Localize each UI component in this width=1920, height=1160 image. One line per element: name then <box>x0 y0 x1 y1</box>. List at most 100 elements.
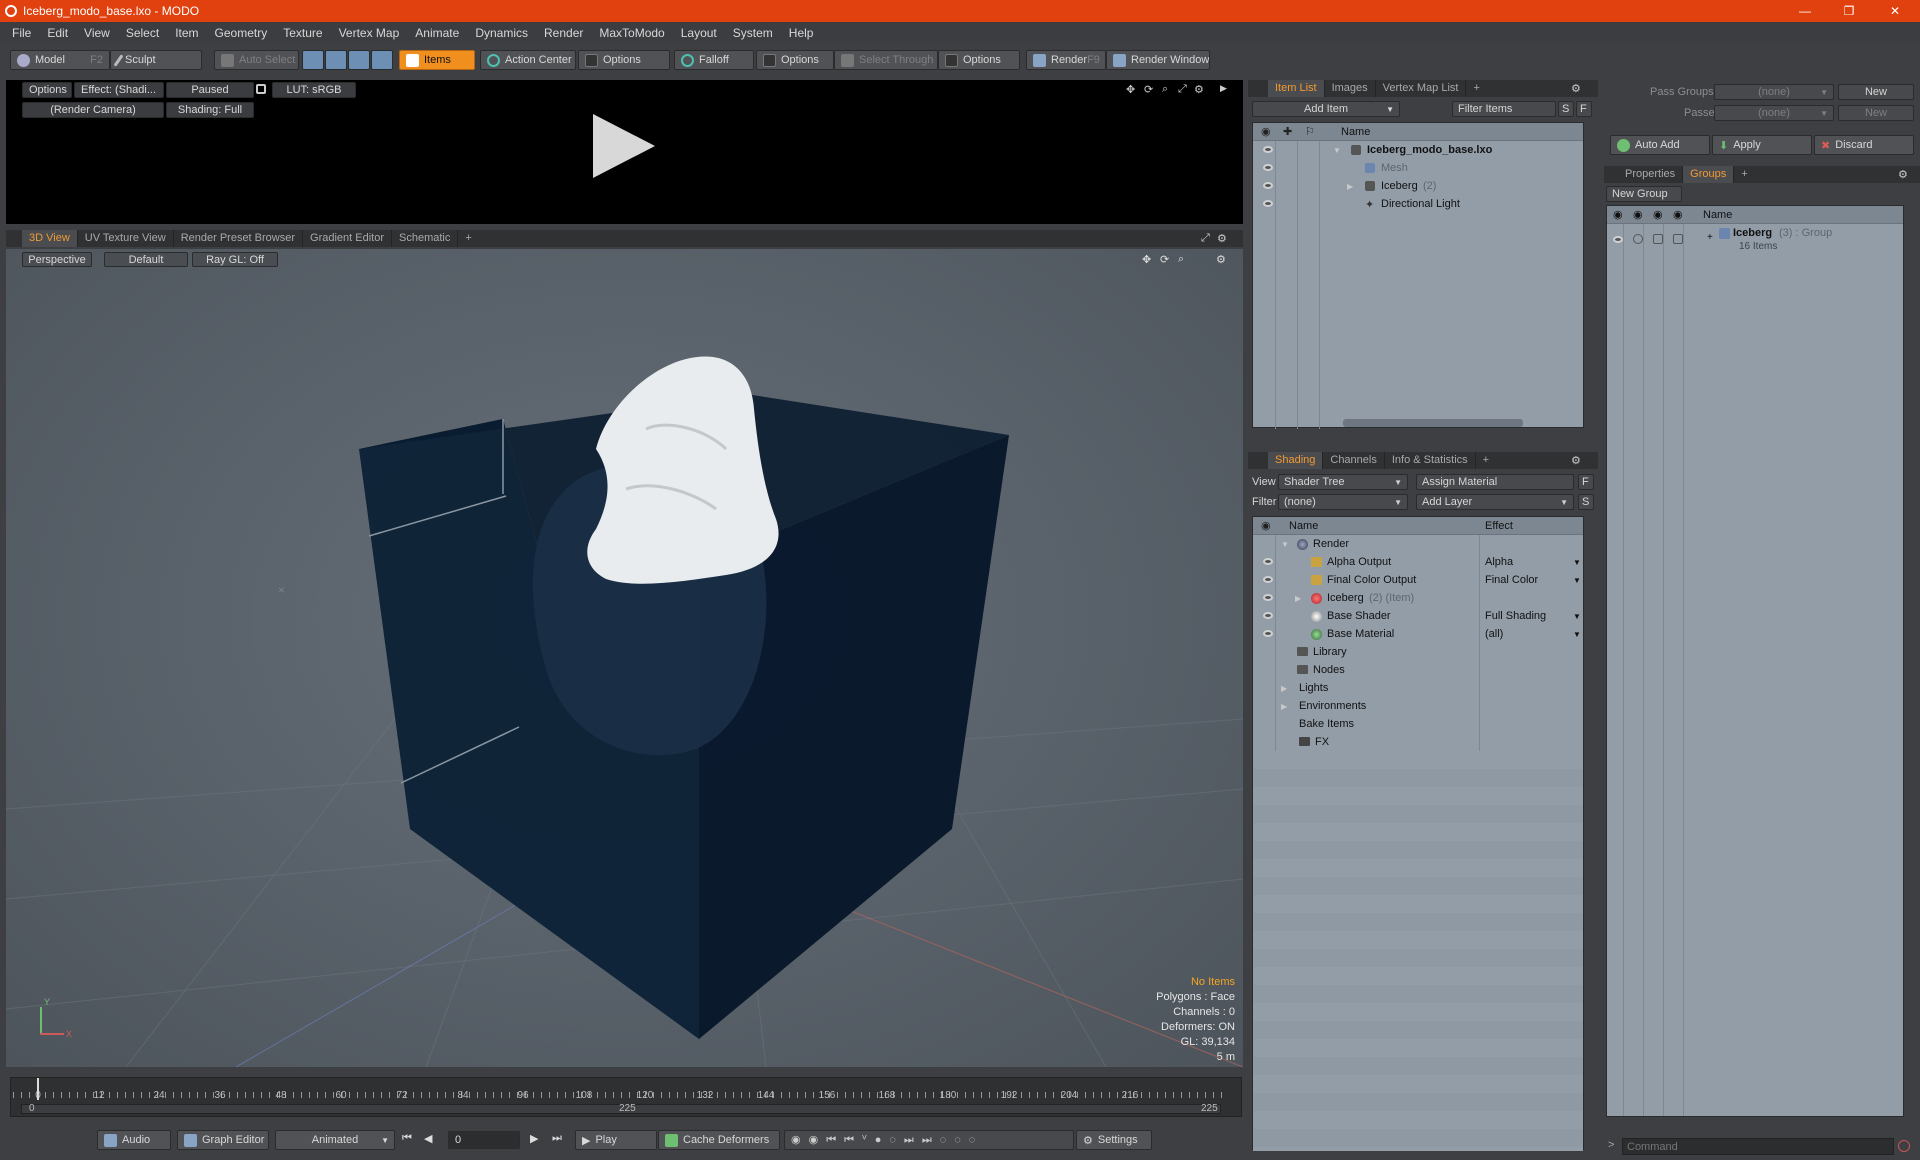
shader-row[interactable]: Final Color Output Final Color ▼ <box>1253 571 1583 589</box>
list-item[interactable]: ▶ Iceberg (2) <box>1253 177 1583 195</box>
tab-channels[interactable]: Channels <box>1323 452 1385 469</box>
effect-value[interactable]: Final Color <box>1485 574 1538 586</box>
lock-icon[interactable] <box>256 84 266 94</box>
viewport-3d[interactable]: × Perspective Default Ray GL: Off ✥ ⟳ ⌕ … <box>6 249 1243 1067</box>
tab-add[interactable]: + <box>1476 452 1496 469</box>
select-toggle-icon[interactable] <box>1673 234 1683 244</box>
add-item-dropdown[interactable]: Add Item ▼ <box>1252 101 1400 117</box>
eye-icon[interactable] <box>1263 594 1273 601</box>
go-end-icon[interactable]: ⏭ <box>552 1132 562 1145</box>
eye-icon[interactable] <box>1263 200 1273 207</box>
shader-row[interactable]: Bake Items <box>1253 715 1583 733</box>
eye-icon[interactable] <box>1613 236 1623 243</box>
settings-button[interactable]: ⚙ Settings <box>1076 1130 1152 1150</box>
filter-items-field[interactable]: Filter Items <box>1452 101 1556 117</box>
chevron-down-icon[interactable]: ▼ <box>1573 558 1581 567</box>
play-preview-icon[interactable] <box>593 114 655 178</box>
list-item[interactable]: Mesh <box>1253 159 1583 177</box>
search-s-button[interactable]: S <box>1558 101 1574 117</box>
gear-icon[interactable]: ⚙ <box>1571 82 1581 95</box>
animated-dropdown[interactable]: Animated ▼ <box>275 1130 395 1150</box>
tab-schematic[interactable]: Schematic <box>392 230 459 247</box>
style-dropdown[interactable]: Default <box>104 252 188 267</box>
tab-images[interactable]: Images <box>1325 80 1376 97</box>
move-view-icon[interactable]: ✥ <box>1126 83 1135 96</box>
menu-layout[interactable]: Layout <box>681 26 717 40</box>
vertices-mode-button[interactable] <box>302 50 324 70</box>
shader-row[interactable]: Base Shader Full Shading ▼ <box>1253 607 1583 625</box>
go-start-icon[interactable]: ⏮ <box>402 1132 412 1145</box>
command-input[interactable] <box>1622 1138 1894 1155</box>
shader-row[interactable]: ▶ Lights <box>1253 679 1583 697</box>
tab-properties[interactable]: Properties <box>1618 166 1684 183</box>
search-f-button[interactable]: F <box>1576 101 1592 117</box>
lock-toggle-icon[interactable] <box>1653 234 1663 244</box>
render-toggle-icon[interactable] <box>1633 234 1643 244</box>
assign-material-button[interactable]: Assign Material <box>1416 474 1574 490</box>
filter-dropdown[interactable]: (none) ▼ <box>1278 494 1408 510</box>
gear-icon[interactable]: ⚙ <box>1194 83 1204 96</box>
effect-value[interactable]: (all) <box>1485 628 1503 640</box>
new-pass-button[interactable]: New <box>1838 105 1914 121</box>
timeline[interactable]: 0 12 24 36 48 60 72 84 96 108 120 132 14… <box>10 1077 1242 1117</box>
eye-icon[interactable] <box>1263 164 1273 171</box>
model-mode-button[interactable]: Model F2 <box>10 50 110 70</box>
menu-maxtomodo[interactable]: MaxToModo <box>599 26 664 40</box>
tab-add[interactable]: + <box>458 230 478 247</box>
menu-file[interactable]: File <box>12 26 31 40</box>
render-button[interactable]: Render F9 <box>1026 50 1106 70</box>
falloff-options-button[interactable]: Options <box>756 50 834 70</box>
materials-mode-button[interactable] <box>371 50 393 70</box>
list-item[interactable]: ▼ Iceberg_modo_base.lxo <box>1253 141 1583 159</box>
menu-edit[interactable]: Edit <box>47 26 68 40</box>
preview-paused-button[interactable]: Paused <box>166 82 254 98</box>
maximize-button[interactable]: ❐ <box>1838 4 1860 18</box>
effect-value[interactable]: Full Shading <box>1485 610 1546 622</box>
falloff-button[interactable]: Falloff <box>674 50 754 70</box>
menu-help[interactable]: Help <box>789 26 814 40</box>
maximize-view-icon[interactable]: ⤢ <box>1178 83 1187 96</box>
preview-options-button[interactable]: Options <box>22 82 72 98</box>
eye-icon[interactable] <box>1263 576 1273 583</box>
tab-vertex-map-list[interactable]: Vertex Map List <box>1376 80 1467 97</box>
tab-gradient-editor[interactable]: Gradient Editor <box>303 230 392 247</box>
shader-row[interactable]: Library <box>1253 643 1583 661</box>
render-window-button[interactable]: Render Window <box>1106 50 1210 70</box>
apply-button[interactable]: ⬇ Apply <box>1712 135 1812 155</box>
sculpt-mode-button[interactable]: Sculpt <box>110 50 202 70</box>
tab-3d-view[interactable]: 3D View <box>22 230 78 247</box>
cache-deformers-button[interactable]: Cache Deformers <box>658 1130 780 1150</box>
command-history-icon[interactable] <box>1898 1140 1910 1152</box>
tab-shading[interactable]: Shading <box>1268 452 1324 469</box>
menu-select[interactable]: Select <box>126 26 159 40</box>
rotate-view-icon[interactable]: ⟳ <box>1144 83 1153 96</box>
chevron-down-icon[interactable]: ▼ <box>1573 576 1581 585</box>
action-center-button[interactable]: Action Center <box>480 50 576 70</box>
action-center-options-button[interactable]: Options <box>578 50 670 70</box>
eye-icon[interactable] <box>1263 612 1273 619</box>
auto-select-button[interactable]: Auto Select <box>214 50 299 70</box>
tab-uv-texture-view[interactable]: UV Texture View <box>78 230 174 247</box>
effect-value[interactable]: Alpha <box>1485 556 1513 568</box>
minimize-button[interactable]: — <box>1794 4 1816 18</box>
gear-icon[interactable]: ⚙ <box>1216 253 1226 266</box>
scrollbar[interactable] <box>1343 419 1523 427</box>
zoom-view-icon[interactable]: ⌕ <box>1178 253 1184 266</box>
zoom-view-icon[interactable]: ⌕ <box>1162 83 1168 96</box>
play-button[interactable]: ▶ Play <box>575 1130 657 1150</box>
raygl-dropdown[interactable]: Ray GL: Off <box>192 252 278 267</box>
eye-icon[interactable] <box>1263 558 1273 565</box>
new-group-button[interactable]: New Group <box>1606 186 1682 202</box>
add-layer-dropdown[interactable]: Add Layer ▼ <box>1416 494 1574 510</box>
rotate-view-icon[interactable]: ⟳ <box>1160 253 1169 266</box>
shader-row[interactable]: Nodes <box>1253 661 1583 679</box>
shader-row[interactable]: FX <box>1253 733 1583 751</box>
chevron-down-icon[interactable]: ▼ <box>1573 612 1581 621</box>
menu-system[interactable]: System <box>733 26 773 40</box>
shader-row[interactable]: Base Material (all) ▼ <box>1253 625 1583 643</box>
tab-add[interactable]: + <box>1466 80 1486 97</box>
graph-editor-button[interactable]: Graph Editor <box>177 1130 269 1150</box>
menu-texture[interactable]: Texture <box>283 26 322 40</box>
arrow-right-icon[interactable]: ▶ <box>1220 83 1227 94</box>
passes-dropdown[interactable]: (none) ▼ <box>1714 105 1834 121</box>
